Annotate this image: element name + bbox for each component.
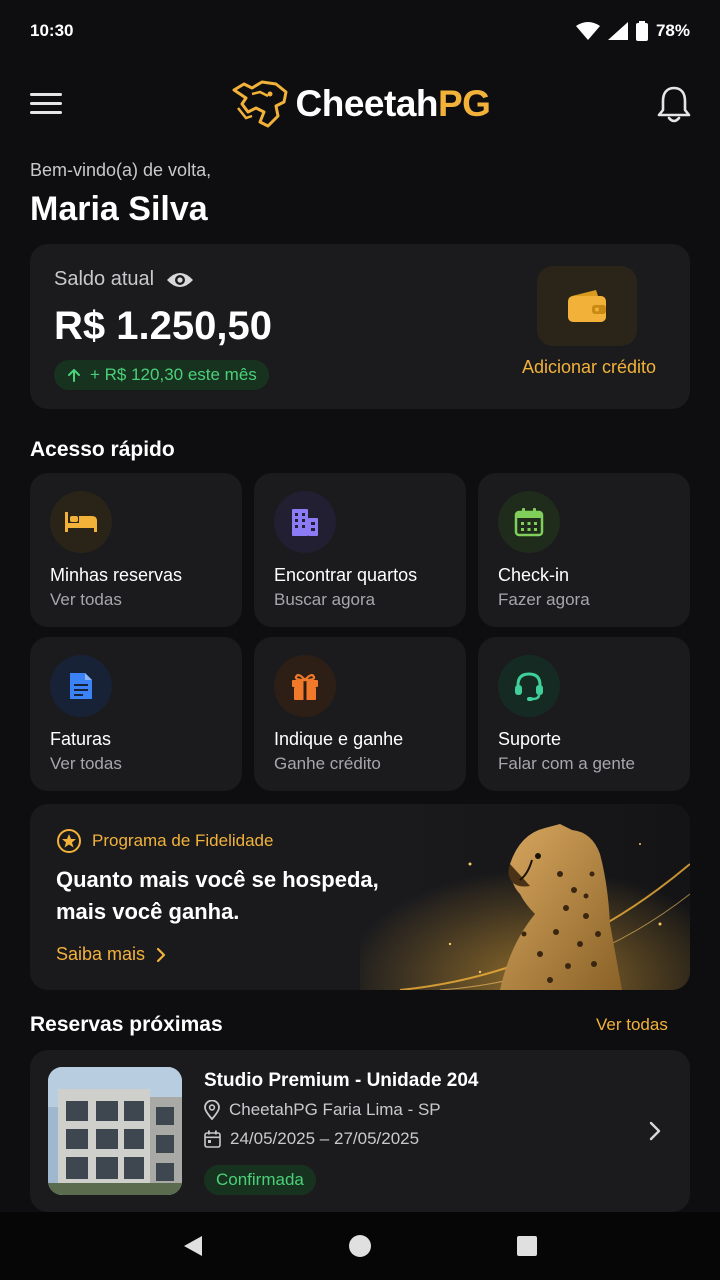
status-time: 10:30	[30, 21, 74, 40]
home-circle-icon	[348, 1235, 371, 1257]
cheetah-logo-icon	[232, 80, 288, 128]
reservation-title: Studio Premium - Unidade 204	[204, 1070, 479, 1091]
balance-delta-text: + R$ 120,30 este mês	[90, 365, 257, 384]
reservation-dates: 24/05/2025 – 27/05/2025	[230, 1129, 420, 1148]
back-button[interactable]	[173, 1226, 213, 1266]
star-badge-icon	[57, 829, 81, 853]
reservation-card[interactable]: Studio Premium - Unidade 204 CheetahPG F…	[30, 1050, 690, 1212]
signal-icon	[607, 22, 628, 40]
recents-square-icon	[516, 1236, 537, 1256]
tile-icon-bg	[274, 491, 336, 553]
status-indicators: 78%	[575, 21, 690, 41]
brand-logo: CheetahPG	[230, 78, 491, 130]
wifi-icon	[575, 22, 600, 40]
app-header: CheetahPG	[0, 72, 720, 136]
bed-icon	[65, 512, 97, 532]
reservation-location: CheetahPG Faria Lima - SP	[229, 1100, 441, 1119]
calendar-small-icon	[204, 1130, 221, 1148]
system-nav-bar	[0, 1212, 720, 1280]
calendar-icon	[514, 508, 544, 537]
tile-title: Encontrar quartos	[274, 565, 418, 585]
balance-card: Saldo atual R$ 1.250,50 + R$ 120,30 este…	[30, 244, 690, 409]
tile-subtitle: Ganhe crédito	[274, 754, 381, 773]
tile-icon-bg	[498, 655, 560, 717]
tile-support[interactable]: Suporte Falar com a gente	[478, 637, 690, 791]
wallet-icon	[568, 290, 606, 322]
gift-icon	[292, 673, 318, 700]
tile-subtitle: Ver todas	[50, 754, 122, 773]
add-credit-button[interactable]	[537, 266, 637, 346]
location-pin-icon	[204, 1100, 220, 1120]
tile-title: Indique e ganhe	[274, 729, 404, 749]
chevron-right-icon	[156, 947, 166, 962]
balance-label-row: Saldo atual	[54, 268, 194, 291]
status-bar: 10:30 78%	[0, 0, 720, 62]
hamburger-icon	[30, 93, 62, 114]
cheetah-illustration	[360, 804, 690, 990]
reservation-location-row: CheetahPG Faria Lima - SP	[204, 1100, 441, 1120]
document-icon	[70, 673, 92, 699]
quick-access-title: Acesso rápido	[30, 438, 175, 461]
tile-subtitle: Buscar agora	[274, 590, 376, 609]
learn-more-label: Saiba mais	[56, 944, 146, 964]
learn-more-link[interactable]: Saiba mais	[56, 944, 167, 965]
bell-icon	[657, 86, 691, 123]
tile-subtitle: Ver todas	[50, 590, 122, 609]
tile-title: Minhas reservas	[50, 565, 183, 585]
tile-find-rooms[interactable]: Encontrar quartos Buscar agora	[254, 473, 466, 627]
greeting-subtitle: Bem-vindo(a) de volta,	[30, 160, 212, 180]
property-photo	[48, 1067, 182, 1195]
loyalty-banner[interactable]: Programa de Fidelidade Quanto mais você …	[30, 804, 690, 990]
tile-subtitle: Fazer agora	[498, 590, 590, 609]
reservation-dates-row: 24/05/2025 – 27/05/2025	[204, 1129, 419, 1149]
loyalty-tag: Programa de Fidelidade	[56, 828, 273, 854]
battery-level: 78%	[655, 21, 690, 40]
reservations-title: Reservas próximas	[30, 1013, 223, 1036]
tile-invoices[interactable]: Faturas Ver todas	[30, 637, 242, 791]
tile-my-reservations[interactable]: Minhas reservas Ver todas	[30, 473, 242, 627]
see-all-reservations-link[interactable]: Ver todas	[596, 1015, 668, 1035]
back-triangle-icon	[184, 1236, 203, 1256]
menu-button[interactable]	[30, 90, 62, 118]
eye-icon[interactable]	[166, 270, 194, 290]
loyalty-tag-text: Programa de Fidelidade	[92, 831, 274, 850]
tile-title: Suporte	[498, 729, 562, 749]
tile-title: Check-in	[498, 565, 570, 585]
brand-name: CheetahPG	[295, 83, 491, 124]
arrow-up-icon	[68, 369, 80, 382]
tile-referral[interactable]: Indique e ganhe Ganhe crédito	[254, 637, 466, 791]
building-icon	[292, 509, 318, 536]
tile-icon-bg	[50, 655, 112, 717]
balance-amount: R$ 1.250,50	[54, 304, 272, 348]
status-badge: Confirmada	[204, 1165, 316, 1195]
tile-title: Faturas	[50, 729, 112, 749]
recents-button[interactable]	[507, 1226, 547, 1266]
battery-icon	[635, 21, 648, 41]
tile-icon-bg	[274, 655, 336, 717]
balance-delta-badge: + R$ 120,30 este mês	[54, 360, 269, 390]
tile-icon-bg	[498, 491, 560, 553]
headset-icon	[515, 672, 543, 701]
loyalty-headline: Quanto mais você se hospeda, mais você g…	[56, 867, 379, 924]
tile-check-in[interactable]: Check-in Fazer agora	[478, 473, 690, 627]
home-button[interactable]	[340, 1226, 380, 1266]
tile-subtitle: Falar com a gente	[498, 754, 636, 773]
chevron-right-icon	[649, 1121, 661, 1141]
tile-icon-bg	[50, 491, 112, 553]
notifications-button[interactable]	[656, 84, 692, 124]
user-name: Maria Silva	[30, 190, 208, 228]
add-credit-label[interactable]: Adicionar crédito	[519, 357, 659, 378]
balance-label: Saldo atual	[54, 268, 155, 290]
